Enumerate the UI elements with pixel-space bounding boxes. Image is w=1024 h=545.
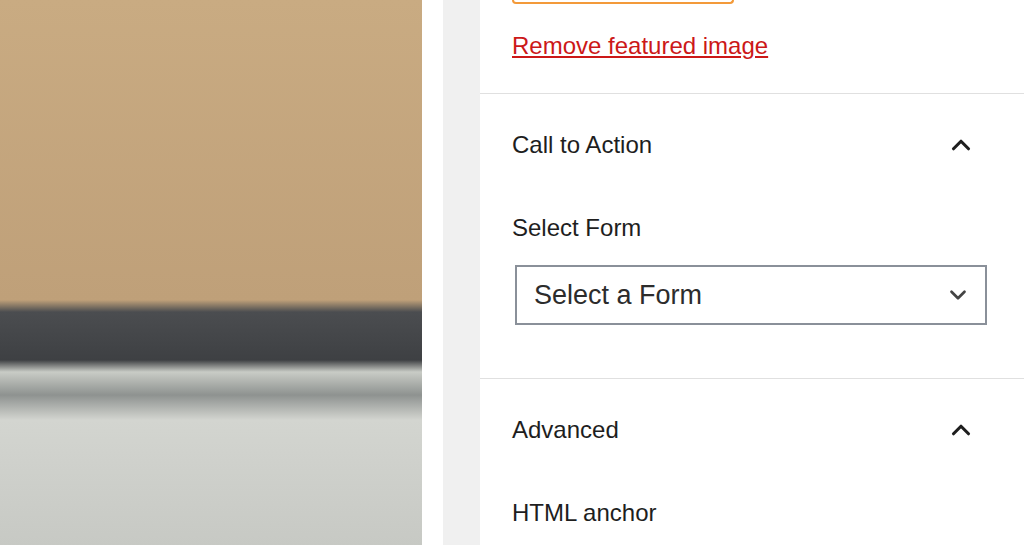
gutter bbox=[443, 0, 480, 545]
panel-title: Call to Action bbox=[512, 132, 652, 158]
chevron-up-icon bbox=[946, 415, 976, 445]
panel-title: Advanced bbox=[512, 417, 619, 443]
canvas bbox=[0, 0, 443, 545]
select-value: Select a Form bbox=[534, 279, 702, 311]
chevron-down-icon bbox=[945, 282, 971, 308]
field-label: Select Form bbox=[512, 215, 987, 241]
featured-photo bbox=[0, 0, 422, 545]
featured-image-button[interactable] bbox=[512, 0, 734, 4]
settings-panel: Call to Action Select Form Select a Form bbox=[480, 94, 1024, 379]
panel-body: Select Form Select a Form bbox=[480, 190, 1024, 378]
panel-toggle[interactable]: Advanced bbox=[480, 379, 1024, 475]
panel-toggle[interactable]: Call to Action bbox=[480, 94, 1024, 190]
featured-image-section: Remove featured image bbox=[480, 0, 1024, 94]
settings-panel: Advanced HTML anchor bbox=[480, 379, 1024, 545]
form-select[interactable]: Select a Form bbox=[515, 265, 987, 325]
settings-sidebar: Remove featured image Call to Action Selec… bbox=[480, 0, 1024, 545]
panel-body: HTML anchor bbox=[480, 475, 1024, 545]
chevron-up-icon bbox=[946, 130, 976, 160]
editor: Remove featured image Call to Action Selec… bbox=[0, 0, 1024, 545]
remove-featured-image-link[interactable]: Remove featured image bbox=[512, 31, 768, 61]
field-label: HTML anchor bbox=[512, 500, 987, 526]
